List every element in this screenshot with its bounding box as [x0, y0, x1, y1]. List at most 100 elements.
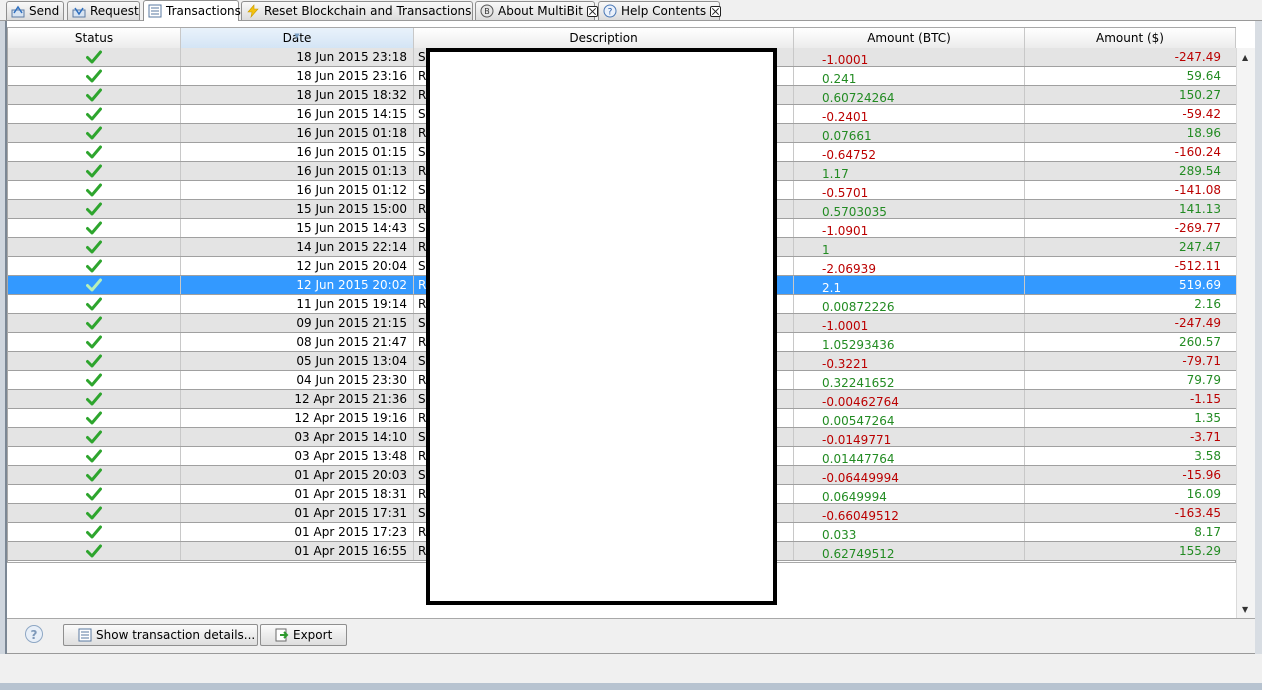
scroll-up-arrow-icon[interactable]: ▲ [1242, 53, 1248, 62]
status-cell [8, 485, 181, 503]
amount-btc-cell: 0.5703035 [794, 200, 1025, 218]
column-header-amount[interactable]: Amount ($) [1025, 28, 1236, 48]
amount-btc-cell: -0.64752 [794, 143, 1025, 161]
status-cell [8, 333, 181, 351]
date-cell: 12 Jun 2015 20:02 [181, 276, 414, 294]
date-cell: 09 Jun 2015 21:15 [181, 314, 414, 332]
tab-transactions[interactable]: Transactions [143, 0, 241, 21]
amount-usd-cell: 8.17 [1194, 525, 1221, 539]
confirmed-check-icon [86, 297, 102, 311]
amount-usd-cell: 150.27 [1179, 88, 1221, 102]
date-cell: 18 Jun 2015 23:16 [181, 67, 414, 85]
confirmed-check-icon [86, 278, 102, 292]
tab-reset-blockchain-and-transactions[interactable]: Reset Blockchain and Transactions [241, 1, 487, 20]
help-question-icon[interactable]: ? [25, 625, 43, 643]
tab-label: Send [29, 4, 60, 18]
confirmed-check-icon [86, 335, 102, 349]
tab-label: Help Contents [621, 4, 707, 18]
confirmed-check-icon [86, 107, 102, 121]
status-cell [8, 314, 181, 332]
window-right-edge [1255, 21, 1262, 690]
tab-send[interactable]: Send [6, 1, 64, 20]
amount-usd-cell: 141.13 [1179, 202, 1221, 216]
confirmed-check-icon [86, 373, 102, 387]
amount-btc-cell: -1.0001 [794, 48, 1025, 66]
tab-label: Reset Blockchain and Transactions [264, 4, 472, 18]
amount-usd-cell: -141.08 [1174, 183, 1221, 197]
date-cell: 14 Jun 2015 22:14 [181, 238, 414, 256]
amount-usd-cell: -269.77 [1174, 221, 1221, 235]
amount-usd-cell: -512.11 [1174, 259, 1221, 273]
amount-btc-cell: -0.2401 [794, 105, 1025, 123]
export-label: Export [293, 628, 333, 642]
confirmed-check-icon [86, 145, 102, 159]
column-header-date[interactable]: ▼ Date [181, 28, 414, 48]
date-cell: 04 Jun 2015 23:30 [181, 371, 414, 389]
amount-btc-cell: -0.66049512 [794, 504, 1025, 522]
amount-usd-cell: 79.79 [1186, 373, 1221, 387]
status-cell [8, 181, 181, 199]
status-cell [8, 86, 181, 104]
tab-help-contents[interactable]: ? Help Contents [598, 1, 722, 20]
status-cell [8, 48, 181, 66]
status-cell [8, 219, 181, 237]
confirmed-check-icon [86, 506, 102, 520]
confirmed-check-icon [86, 240, 102, 254]
amount-btc-cell: -0.3221 [794, 352, 1025, 370]
amount-btc-cell: 0.033 [794, 523, 1025, 541]
date-cell: 05 Jun 2015 13:04 [181, 352, 414, 370]
amount-usd-cell: -3.71 [1189, 430, 1221, 444]
status-cell [8, 371, 181, 389]
amount-btc-cell: -2.06939 [794, 257, 1025, 275]
vertical-scrollbar[interactable]: ▲ ▼ [1236, 48, 1255, 618]
confirmed-check-icon [86, 430, 102, 444]
date-cell: 11 Jun 2015 19:14 [181, 295, 414, 313]
confirmed-check-icon [86, 202, 102, 216]
status-cell [8, 200, 181, 218]
column-header-description[interactable]: Description [414, 28, 794, 48]
column-header-amount-btc[interactable]: Amount (BTC) [794, 28, 1025, 48]
close-tab-icon[interactable] [586, 5, 598, 17]
window-bottom-edge [0, 683, 1262, 690]
amount-btc-cell: 0.07661 [794, 124, 1025, 142]
scroll-down-arrow-icon[interactable]: ▼ [1242, 605, 1248, 614]
date-cell: 16 Jun 2015 01:18 [181, 124, 414, 142]
amount-btc-cell: 0.01447764 [794, 447, 1025, 465]
amount-usd-cell: 260.57 [1179, 335, 1221, 349]
amount-btc-cell: 2.1 [794, 276, 1025, 294]
svg-text:B: B [484, 7, 490, 16]
amount-btc-cell: 1 [794, 238, 1025, 256]
close-tab-icon[interactable] [710, 5, 722, 17]
amount-usd-cell: 519.69 [1179, 278, 1221, 292]
amount-btc-cell: 0.00547264 [794, 409, 1025, 427]
column-header-status[interactable]: Status [8, 28, 181, 48]
transactions-icon [148, 4, 162, 18]
amount-usd-cell: 155.29 [1179, 544, 1221, 558]
tab-label: Request [90, 4, 139, 18]
date-cell: 18 Jun 2015 23:18 [181, 48, 414, 66]
confirmed-check-icon [86, 468, 102, 482]
tab-about-multibit[interactable]: B About MultiBit [475, 1, 598, 20]
export-button[interactable]: Export [260, 624, 347, 646]
date-cell: 15 Jun 2015 15:00 [181, 200, 414, 218]
date-cell: 16 Jun 2015 01:13 [181, 162, 414, 180]
amount-usd-cell: 16.09 [1186, 487, 1221, 501]
amount-usd-cell: -163.45 [1174, 506, 1221, 520]
date-cell: 16 Jun 2015 01:12 [181, 181, 414, 199]
lightning-icon [246, 4, 260, 19]
status-cell [8, 504, 181, 522]
amount-usd-cell: -247.49 [1174, 316, 1221, 330]
confirmed-check-icon [86, 69, 102, 83]
redacted-description-box [426, 48, 777, 605]
amount-btc-cell: -0.06449994 [794, 466, 1025, 484]
status-cell [8, 523, 181, 541]
svg-text:?: ? [608, 8, 613, 18]
tab-request[interactable]: Request [67, 1, 140, 20]
details-list-icon [78, 628, 92, 642]
show-transaction-details-button[interactable]: Show transaction details... [63, 624, 258, 646]
amount-usd-cell: 18.96 [1186, 126, 1221, 140]
confirmed-check-icon [86, 544, 102, 558]
amount-btc-cell: -0.5701 [794, 181, 1025, 199]
date-cell: 16 Jun 2015 14:15 [181, 105, 414, 123]
status-cell [8, 238, 181, 256]
